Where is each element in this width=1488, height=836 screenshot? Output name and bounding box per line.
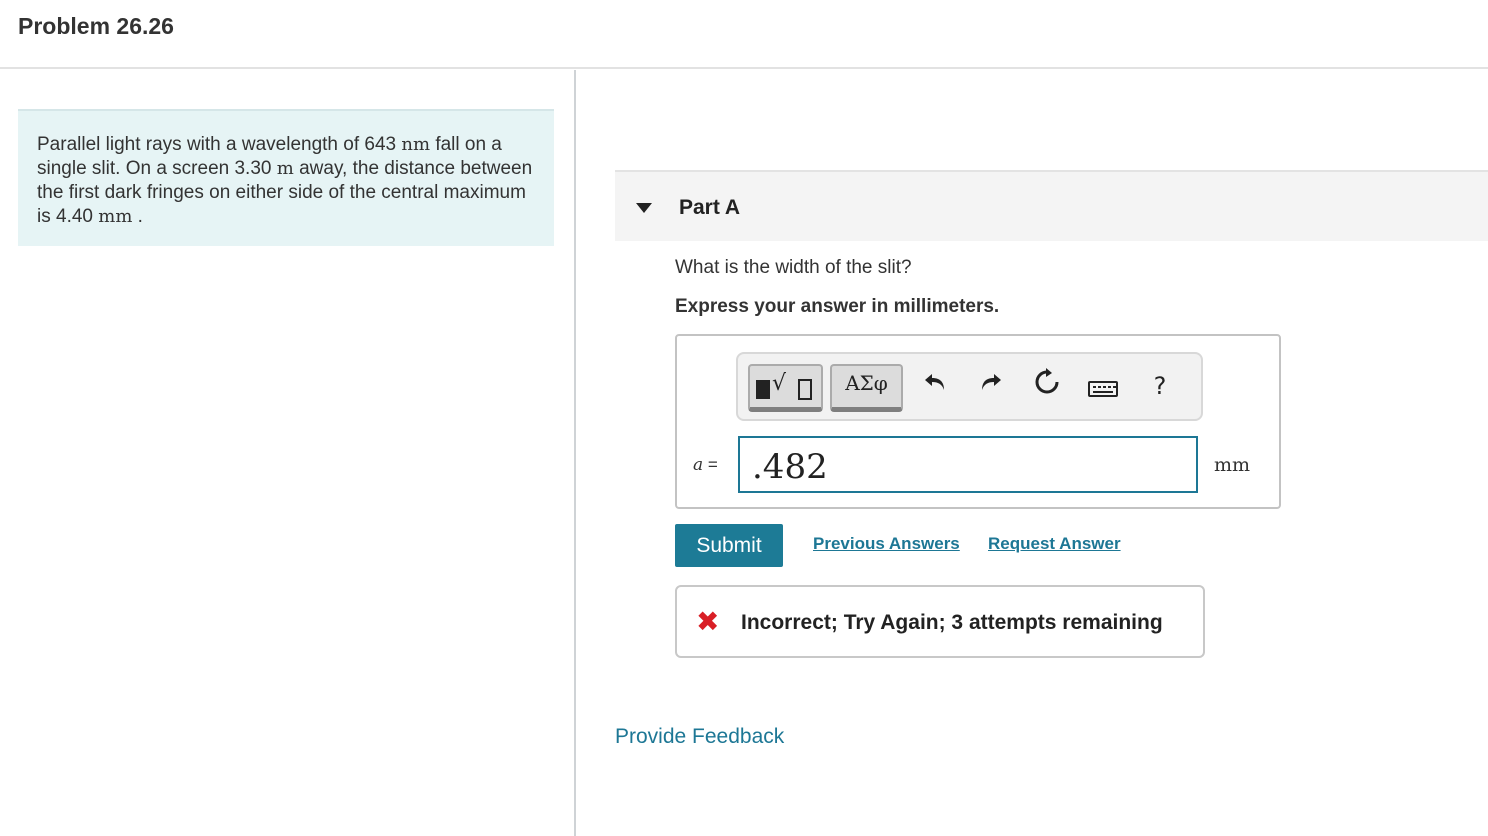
page-title: Problem 26.26 — [18, 13, 174, 39]
undo-icon[interactable] — [918, 368, 952, 404]
question-text: What is the width of the slit? — [675, 257, 912, 278]
instruction-text: Express your answer in millimeters. — [675, 296, 1000, 317]
template-box-icon — [798, 379, 812, 400]
reset-icon[interactable] — [1030, 368, 1064, 404]
collapse-caret-icon[interactable] — [636, 203, 652, 213]
equals-sign: = — [707, 455, 718, 474]
math-unit: nm — [401, 134, 431, 155]
problem-statement: Parallel light rays with a wavelength of… — [18, 109, 554, 246]
column-divider — [574, 70, 576, 836]
problem-text-segment: . — [132, 206, 143, 227]
math-toolbar: √ ΑΣφ ? — [736, 352, 1203, 421]
help-icon[interactable]: ? — [1143, 368, 1177, 404]
request-answer-link[interactable]: Request Answer — [988, 534, 1121, 554]
provide-feedback-link[interactable]: Provide Feedback — [615, 725, 784, 749]
feedback-message: Incorrect; Try Again; 3 attempts remaini… — [741, 611, 1163, 634]
math-unit: m — [276, 158, 294, 179]
page-header: Problem 26.26 — [0, 0, 1488, 69]
previous-answers-link[interactable]: Previous Answers — [813, 534, 960, 554]
problem-text-segment: Parallel light rays with a wavelength of… — [37, 134, 402, 155]
redo-icon[interactable] — [974, 368, 1008, 404]
part-a-header[interactable]: Part A — [615, 170, 1488, 241]
symbols-label: ΑΣφ — [845, 371, 888, 395]
part-title: Part A — [679, 196, 741, 219]
answer-panel: √ ΑΣφ ? a = mm — [675, 334, 1281, 509]
keyboard-icon[interactable] — [1086, 368, 1120, 404]
incorrect-x-icon: ✖ — [696, 606, 720, 637]
symbols-button[interactable]: ΑΣφ — [830, 364, 903, 412]
keyboard-shape — [1088, 381, 1118, 397]
variable-name: a — [693, 455, 704, 475]
answer-input[interactable] — [738, 436, 1198, 493]
sqrt-icon: √ — [772, 371, 787, 396]
math-unit: mm — [98, 206, 133, 227]
problem-text: Parallel light rays with a wavelength of… — [37, 133, 535, 229]
templates-button[interactable]: √ — [748, 364, 823, 412]
variable-label: a = — [693, 455, 718, 475]
feedback-box: ✖ Incorrect; Try Again; 3 attempts remai… — [675, 585, 1205, 658]
submit-button[interactable]: Submit — [675, 524, 783, 567]
unit-label: mm — [1214, 454, 1251, 476]
template-block-icon — [756, 380, 770, 399]
